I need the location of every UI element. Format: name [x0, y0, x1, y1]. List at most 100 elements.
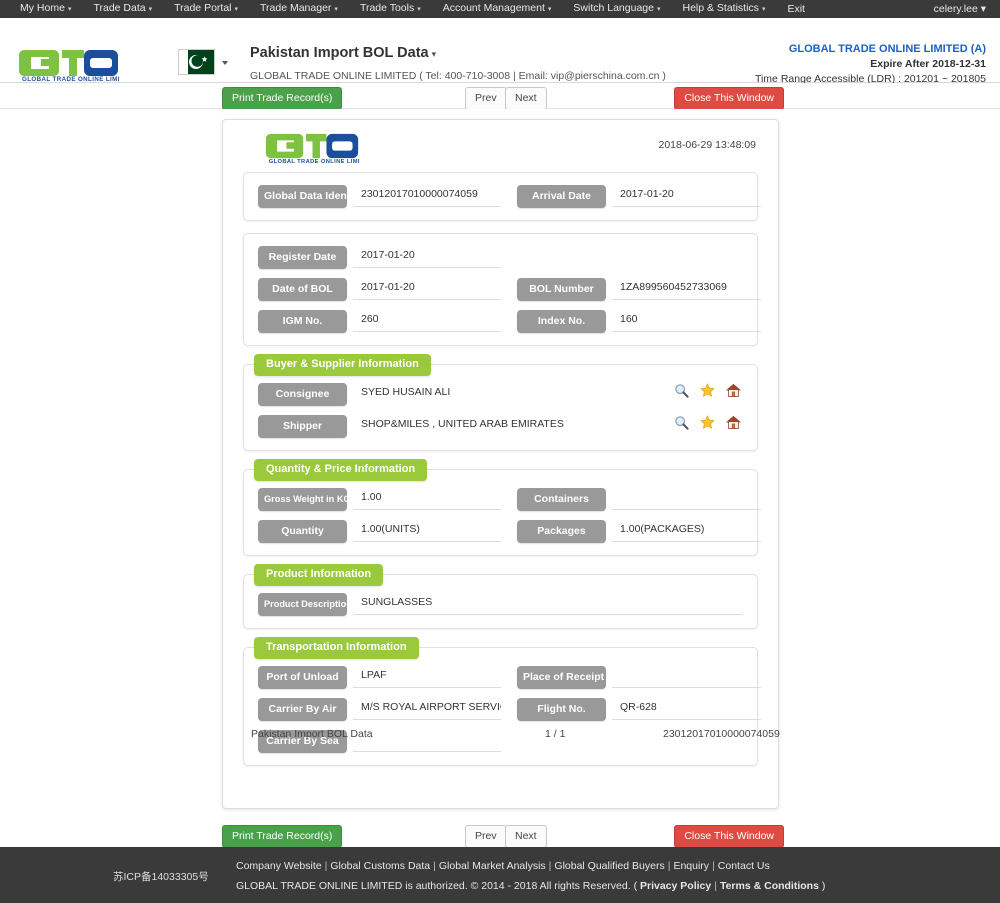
- nav-item-label: My Home: [20, 2, 65, 14]
- quantity-price-section-title: Quantity & Price Information: [254, 459, 428, 481]
- global-data-identity-label: Global Data Identity: [258, 185, 363, 208]
- document-footer-page: 1 / 1: [545, 728, 566, 740]
- product-section-title: Product Information: [254, 564, 384, 586]
- product-description-value: SUNGLASSES: [353, 595, 743, 615]
- nav-item-label: Help & Statistics: [682, 2, 759, 14]
- footer-link-contact-us[interactable]: Contact Us: [718, 860, 770, 872]
- home-icon[interactable]: [726, 415, 741, 430]
- shipper-action-icons: [674, 415, 741, 430]
- star-icon[interactable]: [700, 415, 715, 430]
- nav-item-help-statistics[interactable]: Help & Statistics ▾: [671, 0, 776, 19]
- empty-value: [612, 248, 761, 268]
- date-of-bol-row: Date of BOL 2017-01-20 BOL Number 1ZA899…: [258, 278, 761, 301]
- nav-item-my-home[interactable]: My Home ▾: [12, 0, 82, 19]
- document-footer-source: Pakistan Import BOL Data: [251, 728, 373, 740]
- nav-item-label: Exit: [787, 3, 805, 15]
- close-window-button[interactable]: Close This Window: [674, 87, 784, 110]
- nav-item-label: Trade Data: [93, 2, 146, 14]
- footer-link-enquiry[interactable]: Enquiry: [673, 860, 709, 872]
- footer-link-global-market-analysis[interactable]: Global Market Analysis: [439, 860, 546, 872]
- svg-text:GLOBAL TRADE ONLINE LIMITED: GLOBAL TRADE ONLINE LIMITED: [22, 76, 120, 82]
- flight-no-value: QR-628: [612, 700, 761, 720]
- page-title: Pakistan Import BOL Data ▾: [250, 44, 666, 63]
- nav-item-trade-data[interactable]: Trade Data ▾: [82, 0, 163, 19]
- footer-separator: |: [324, 860, 328, 872]
- account-expire: Expire After 2018-12-31: [870, 58, 986, 70]
- flag-dropdown-chevron-icon[interactable]: [222, 61, 228, 65]
- global-data-identity-value: 23012017010000074059: [353, 187, 501, 207]
- buyer-supplier-section: Buyer & Supplier Information Consignee S…: [243, 354, 758, 451]
- page-header: GLOBAL TRADE ONLINE LIMITED Pakistan Imp…: [0, 18, 1000, 85]
- gross-weight-row: Gross Weight in KG 1.00 Containers: [258, 488, 761, 511]
- trade-record-document-card: GLOBAL TRADE ONLINE LIMITED 2018-06-29 1…: [222, 119, 780, 809]
- nav-item-trade-tools[interactable]: Trade Tools ▾: [349, 0, 432, 19]
- gross-weight-value: 1.00: [353, 490, 501, 510]
- search-icon[interactable]: [674, 415, 689, 430]
- consignee-row: Consignee SYED HUSAIN ALI: [258, 383, 743, 406]
- toolbar-bottom: Print Trade Record(s) Prev Next Close Th…: [0, 821, 1000, 848]
- star-icon[interactable]: [700, 383, 715, 398]
- chevron-down-icon: ▾: [761, 6, 766, 13]
- company-contact-line: GLOBAL TRADE ONLINE LIMITED ( Tel: 400-7…: [250, 70, 666, 82]
- search-icon[interactable]: [674, 383, 689, 398]
- nav-item-account-management[interactable]: Account Management ▾: [432, 0, 563, 19]
- transportation-section-title: Transportation Information: [254, 637, 419, 659]
- close-window-button-bottom[interactable]: Close This Window: [674, 825, 784, 848]
- account-name[interactable]: GLOBAL TRADE ONLINE LIMITED (A): [755, 42, 986, 57]
- top-nav-items: My Home ▾ Trade Data ▾ Trade Portal ▾ Trade…: [12, 0, 816, 19]
- nav-item-trade-manager[interactable]: Trade Manager ▾: [249, 0, 349, 19]
- igm-no-row: IGM No. 260 Index No. 160: [258, 310, 761, 333]
- containers-label: Containers: [517, 488, 606, 511]
- quantity-row: Quantity 1.00(UNITS) Packages 1.00(PACKA…: [258, 520, 761, 543]
- index-no-label: Index No.: [517, 310, 606, 333]
- index-no-value: 160: [612, 312, 761, 332]
- bol-number-value: 1ZA899560452733069: [612, 280, 761, 300]
- footer-link-global-qualified-buyers[interactable]: Global Qualified Buyers: [554, 860, 664, 872]
- pakistan-flag-icon[interactable]: [178, 49, 215, 75]
- consignee-action-icons: [674, 383, 741, 398]
- print-trade-records-button[interactable]: Print Trade Record(s): [222, 87, 343, 110]
- bol-section: Register Date 2017-01-20 Date of BOL 201…: [243, 233, 761, 346]
- toolbar-top: Print Trade Record(s) Prev Next Close Th…: [0, 83, 1000, 110]
- home-icon[interactable]: [726, 383, 741, 398]
- place-of-receipt-label: Place of Receipt: [517, 666, 606, 689]
- top-navigation-bar: My Home ▾ Trade Data ▾ Trade Portal ▾ Trade…: [0, 0, 1000, 18]
- nav-item-label: Switch Language: [573, 2, 654, 14]
- next-button-bottom[interactable]: Next: [505, 825, 547, 848]
- product-section: Product Information Product Description …: [243, 564, 758, 629]
- chevron-down-icon: ▾: [334, 6, 338, 13]
- user-menu[interactable]: celery.lee ▾: [934, 0, 986, 18]
- buyer-supplier-section-title: Buyer & Supplier Information: [254, 354, 431, 376]
- next-button[interactable]: Next: [505, 87, 547, 110]
- arrival-date-value: 2017-01-20: [612, 187, 761, 207]
- transportation-section: Transportation Information Port of Unloa…: [243, 637, 761, 766]
- nav-item-exit[interactable]: Exit: [776, 0, 816, 18]
- footer-link-global-customs-data[interactable]: Global Customs Data: [330, 860, 430, 872]
- chevron-down-icon: ▾: [417, 6, 421, 13]
- gross-weight-label: Gross Weight in KG: [258, 488, 351, 511]
- footer-link-company-website[interactable]: Company Website: [236, 860, 322, 872]
- register-date-label: Register Date: [258, 246, 347, 269]
- identity-section: Global Data Identity 2301201701000007405…: [243, 172, 761, 221]
- gto-logo[interactable]: GLOBAL TRADE ONLINE LIMITED: [18, 44, 120, 82]
- carrier-by-air-row: Carrier By Air M/S ROYAL AIRPORT SERVICE…: [258, 698, 761, 721]
- consignee-label: Consignee: [258, 383, 347, 406]
- document-footer: Pakistan Import BOL Data 1 / 1 230120170…: [223, 728, 780, 740]
- print-trade-records-button-bottom[interactable]: Print Trade Record(s): [222, 825, 343, 848]
- nav-item-trade-portal[interactable]: Trade Portal ▾: [163, 0, 249, 19]
- igm-no-label: IGM No.: [258, 310, 347, 333]
- date-of-bol-value: 2017-01-20: [353, 280, 501, 300]
- packages-value: 1.00(PACKAGES): [612, 522, 761, 542]
- carrier-by-air-label: Carrier By Air: [258, 698, 347, 721]
- document-gto-logo: GLOBAL TRADE ONLINE LIMITED: [265, 128, 372, 165]
- port-of-unload-label: Port of Unload: [258, 666, 347, 689]
- nav-item-switch-language[interactable]: Switch Language ▾: [562, 0, 671, 19]
- user-name-label: celery.lee: [933, 3, 978, 15]
- page-title-text: Pakistan Import BOL Data: [250, 45, 429, 61]
- product-description-row: Product Description SUNGLASSES: [258, 593, 743, 616]
- prev-button[interactable]: Prev: [465, 87, 507, 110]
- prev-button-bottom[interactable]: Prev: [465, 825, 507, 848]
- document-footer-identity: 23012017010000074059: [663, 728, 780, 740]
- chevron-down-icon[interactable]: ▾: [432, 49, 437, 59]
- packages-label: Packages: [517, 520, 606, 543]
